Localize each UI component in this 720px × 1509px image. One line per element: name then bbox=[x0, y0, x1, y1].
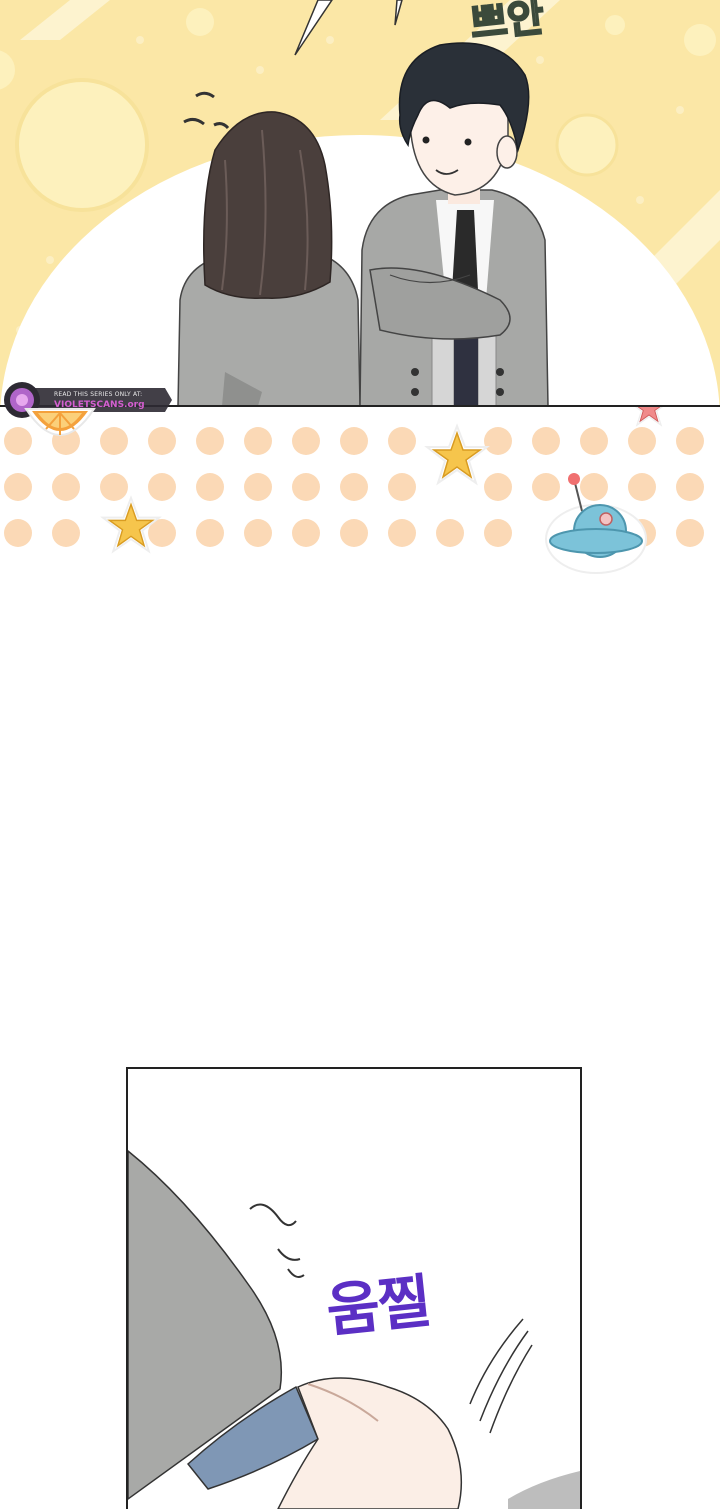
sound-effect-top: 쁘안 bbox=[467, 0, 547, 49]
planet-sticker bbox=[545, 473, 647, 574]
star-sticker-left bbox=[100, 495, 162, 554]
panel-top-artwork bbox=[0, 0, 720, 406]
watermark-line-1: READ THIS SERIES ONLY AT: bbox=[54, 391, 143, 398]
comic-panel-bottom: 움찔 bbox=[126, 1067, 582, 1509]
comic-panel-top: 쁘안 bbox=[0, 0, 720, 406]
star-sticker-large bbox=[424, 423, 490, 486]
sound-effect-bottom: 움찔 bbox=[323, 1266, 433, 1346]
star-sticker-pink bbox=[634, 407, 664, 427]
decorative-dot-strip bbox=[0, 407, 720, 582]
orange-slice-sticker bbox=[24, 408, 96, 436]
